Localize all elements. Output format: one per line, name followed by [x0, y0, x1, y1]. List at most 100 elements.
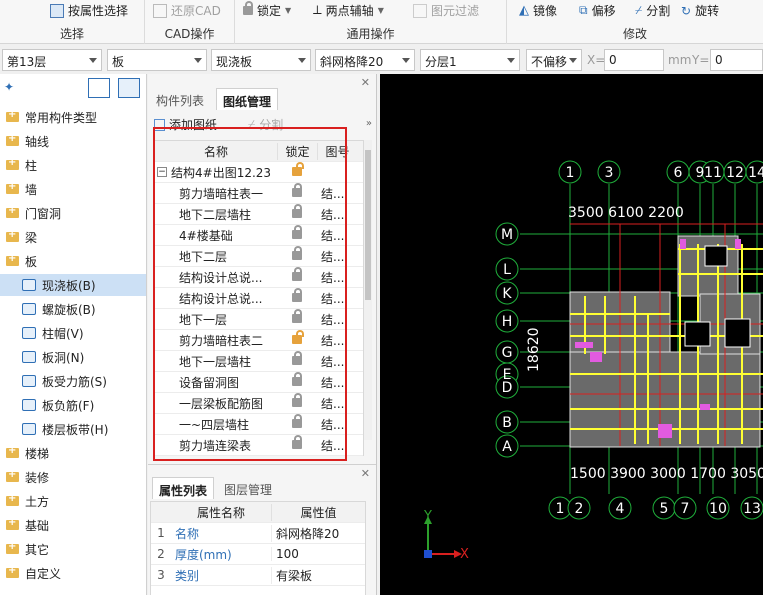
- tab-component-list[interactable]: 构件列表: [150, 88, 210, 110]
- offset-select[interactable]: 不偏移: [526, 49, 582, 71]
- drawing-row[interactable]: 地下一层墙柱 结...: [155, 351, 363, 372]
- lock-cell[interactable]: [277, 393, 317, 410]
- drawing-row[interactable]: 地下二层墙柱 结...: [155, 204, 363, 225]
- tab-layer-management[interactable]: 图层管理: [218, 477, 278, 499]
- drawing-row[interactable]: 一~四层墙柱 结...: [155, 414, 363, 435]
- component-icon: [22, 423, 36, 435]
- tree-item[interactable]: 常用构件类型: [0, 106, 146, 128]
- drawing-row[interactable]: 剪力墙暗柱表二 结...: [155, 330, 363, 351]
- drawing-row[interactable]: 结构设计总说... 结...: [155, 267, 363, 288]
- mirror-button[interactable]: ◭ 镜像: [519, 2, 557, 19]
- axis-label: 1: [556, 501, 565, 517]
- close-icon[interactable]: ✕: [361, 467, 370, 480]
- lock-icon: [292, 288, 302, 302]
- split-button[interactable]: ⌿ 分割: [635, 2, 670, 19]
- lock-cell[interactable]: [277, 288, 317, 305]
- drawing-name: 剪力墙暗柱表一: [179, 186, 264, 201]
- scrollbar[interactable]: [364, 140, 372, 440]
- drawing-row[interactable]: 一层梁板配筋图 结...: [155, 393, 363, 414]
- floor-select[interactable]: 第13层: [2, 49, 102, 71]
- property-name: 名称: [175, 526, 200, 541]
- lock-cell[interactable]: [277, 309, 317, 326]
- tree-item[interactable]: 墙: [0, 178, 146, 200]
- drawing-row[interactable]: 剪力墙连梁表 结...: [155, 435, 363, 456]
- drawing-row[interactable]: 剪力墙暗柱表一 结...: [155, 183, 363, 204]
- two-point-axis-button[interactable]: ⟂ 两点辅轴 ▼: [313, 2, 384, 19]
- lock-cell[interactable]: [277, 225, 317, 242]
- tree-item[interactable]: 柱: [0, 154, 146, 176]
- property-value[interactable]: 有梁板: [271, 566, 365, 584]
- element-filter-button[interactable]: 图元过滤: [413, 2, 479, 19]
- tree-item[interactable]: 梁: [0, 226, 146, 248]
- lock-cell[interactable]: [277, 267, 317, 284]
- tab-drawing-management[interactable]: 图纸管理: [216, 88, 279, 110]
- tree-item[interactable]: 板负筋(F): [0, 394, 146, 416]
- tree-item[interactable]: 其它: [0, 538, 146, 560]
- x-input[interactable]: 0: [604, 49, 664, 71]
- property-value[interactable]: 100: [271, 547, 365, 561]
- offset-button[interactable]: ⧉ 偏移: [579, 2, 616, 19]
- split-drawing-button[interactable]: ⌿ 分割: [248, 116, 283, 133]
- folder-icon: [6, 565, 19, 578]
- tree-item[interactable]: 板: [0, 250, 146, 272]
- lock-button[interactable]: 锁定 ▼: [243, 1, 291, 19]
- cad-canvas[interactable]: 1 3 6 9 11 12 14 1 2 4 5 7 10 13 M L K H G E D B A 3500 6100 2…: [380, 74, 763, 595]
- tree-item[interactable]: 基础: [0, 514, 146, 536]
- drawing-row[interactable]: 4#楼基础 结...: [155, 225, 363, 246]
- drawing-row[interactable]: 地下二层 结...: [155, 246, 363, 267]
- drawing-code: 结...: [321, 228, 345, 243]
- tree-item[interactable]: 装修: [0, 466, 146, 488]
- lock-cell[interactable]: [277, 372, 317, 389]
- lock-cell[interactable]: [277, 246, 317, 263]
- property-value[interactable]: 斜网格降20: [271, 524, 365, 542]
- tree-item[interactable]: 柱帽(V): [0, 322, 146, 344]
- unlock-icon: [292, 162, 304, 176]
- tree-item[interactable]: 现浇板(B): [0, 274, 146, 296]
- folder-icon: [6, 157, 19, 170]
- tree-item[interactable]: 自定义: [0, 562, 146, 584]
- drawing-row[interactable]: 结构设计总说... 结...: [155, 288, 363, 309]
- rotate-button[interactable]: ↻ 旋转: [681, 2, 719, 19]
- lock-cell[interactable]: [277, 183, 317, 200]
- lock-cell[interactable]: [277, 204, 317, 221]
- drawing-row[interactable]: 设备留洞图 结...: [155, 372, 363, 393]
- tree-item[interactable]: 楼层板带(H): [0, 418, 146, 440]
- restore-cad-button[interactable]: 还原CAD: [153, 2, 221, 19]
- component-select[interactable]: 斜网格降20: [315, 49, 415, 71]
- lock-cell[interactable]: [277, 435, 317, 452]
- tree-item[interactable]: 板受力筋(S): [0, 370, 146, 392]
- category-select[interactable]: 板: [107, 49, 207, 71]
- property-row[interactable]: 1 名称 斜网格降20: [151, 523, 365, 544]
- y-input[interactable]: 0: [710, 49, 763, 71]
- cad-drawing: 1 3 6 9 11 12 141 2 4 5 7 10 13MLKHGEDBA 3500 6100 2…: [423, 160, 763, 562]
- list-view-icon[interactable]: [88, 78, 110, 98]
- lock-cell[interactable]: [277, 351, 317, 368]
- axis-icon: ⟂: [313, 3, 322, 18]
- lock-cell[interactable]: [277, 414, 317, 431]
- more-icon[interactable]: »: [366, 118, 372, 129]
- close-icon[interactable]: ✕: [361, 76, 370, 89]
- property-row[interactable]: 3 类别 有梁板: [151, 565, 365, 586]
- layer-select[interactable]: 分层1: [420, 49, 520, 71]
- add-drawing-button[interactable]: 添加图纸: [154, 116, 217, 133]
- scrollbar-thumb[interactable]: [365, 150, 371, 300]
- drawing-code: 结...: [321, 207, 345, 222]
- collapse-icon[interactable]: −: [157, 167, 167, 177]
- tree-item[interactable]: 门窗洞: [0, 202, 146, 224]
- type-select[interactable]: 现浇板: [211, 49, 311, 71]
- tree-item[interactable]: 楼梯: [0, 442, 146, 464]
- tree-item[interactable]: 螺旋板(B): [0, 298, 146, 320]
- lock-cell[interactable]: [277, 330, 317, 347]
- tree-item[interactable]: 轴线: [0, 130, 146, 152]
- add-icon[interactable]: ✦: [4, 80, 14, 94]
- tree-item[interactable]: 板洞(N): [0, 346, 146, 368]
- grid-view-icon[interactable]: [118, 78, 140, 98]
- tree-item[interactable]: 土方: [0, 490, 146, 512]
- property-row[interactable]: 2 厚度(mm) 100: [151, 544, 365, 565]
- select-by-property-button[interactable]: 按属性选择: [50, 2, 128, 19]
- tab-property-list[interactable]: 属性列表: [152, 477, 215, 499]
- lock-cell[interactable]: [277, 162, 317, 179]
- drawing-row[interactable]: 地下一层 结...: [155, 309, 363, 330]
- tree-item-label: 其它: [25, 542, 50, 557]
- tree-root-row[interactable]: − 结构4#出图12.23: [155, 162, 363, 183]
